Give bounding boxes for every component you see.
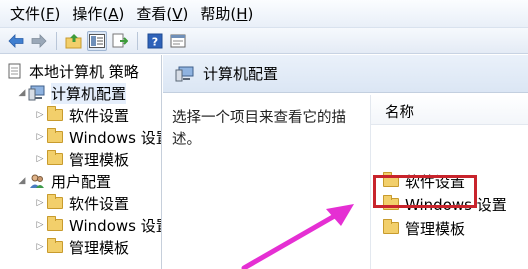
collapsed-arrow-icon[interactable]: ▷ bbox=[34, 242, 46, 252]
help-icon[interactable]: ? bbox=[145, 31, 165, 51]
tree-item-user-software[interactable]: ▷ 软件设置 bbox=[34, 192, 129, 214]
column-header-name[interactable]: 名称 bbox=[371, 95, 528, 125]
collapsed-arrow-icon[interactable]: ▷ bbox=[34, 132, 46, 142]
toolbar: ? bbox=[0, 28, 528, 54]
collapsed-arrow-icon[interactable]: ▷ bbox=[34, 110, 46, 120]
pointer-arrow-icon bbox=[241, 204, 354, 269]
collapsed-arrow-icon[interactable]: ▷ bbox=[34, 198, 46, 208]
computer-icon bbox=[175, 66, 195, 82]
folder-icon bbox=[46, 216, 64, 233]
back-arrow-icon[interactable] bbox=[6, 31, 26, 51]
highlight-box bbox=[373, 175, 477, 208]
up-folder-icon[interactable] bbox=[64, 31, 84, 51]
forward-arrow-icon[interactable] bbox=[29, 31, 49, 51]
tree-item-computer-admin-templates[interactable]: ▷ 管理模板 bbox=[34, 148, 129, 170]
folder-icon bbox=[46, 194, 64, 211]
tree-item-computer-windows[interactable]: ▷ Windows 设置 bbox=[34, 126, 161, 148]
computer-icon bbox=[28, 85, 46, 101]
expand-arrow-icon[interactable]: ◢ bbox=[16, 88, 28, 98]
export-list-icon[interactable] bbox=[110, 31, 130, 51]
folder-icon bbox=[46, 106, 64, 123]
toolbar-separator bbox=[56, 31, 57, 50]
properties-icon[interactable] bbox=[168, 31, 188, 51]
tree-item-user-config[interactable]: ◢ 用户配置 bbox=[16, 170, 111, 192]
folder-icon bbox=[46, 238, 64, 255]
details-title: 计算机配置 bbox=[203, 65, 279, 83]
description-text: 选择一个项目来查看它的描 述。 bbox=[172, 110, 346, 148]
expand-arrow-icon[interactable]: ◢ bbox=[16, 176, 28, 186]
tree-item-computer-config[interactable]: ◢ 计算机配置 bbox=[16, 82, 127, 104]
collapsed-arrow-icon[interactable]: ▷ bbox=[34, 154, 46, 164]
show-hide-tree-icon[interactable] bbox=[87, 30, 107, 51]
tree-pane: 本地计算机 策略 ◢ 计算机配置 ▷ 软件设置 ▷ Windows 设置 ▷ 管… bbox=[0, 55, 162, 269]
folder-icon bbox=[46, 128, 64, 145]
user-icon bbox=[28, 173, 46, 189]
policy-document-icon bbox=[6, 63, 24, 79]
svg-text:?: ? bbox=[152, 35, 158, 48]
folder-icon bbox=[46, 150, 64, 167]
list-item-admin-templates[interactable]: 管理模板 bbox=[383, 217, 465, 239]
toolbar-separator bbox=[137, 31, 138, 50]
collapsed-arrow-icon[interactable]: ▷ bbox=[34, 220, 46, 230]
tree-item-root[interactable]: 本地计算机 策略 bbox=[6, 60, 139, 82]
tree-item-user-admin-templates[interactable]: ▷ 管理模板 bbox=[34, 236, 129, 258]
tree-item-computer-software[interactable]: ▷ 软件设置 bbox=[34, 104, 129, 126]
folder-icon bbox=[383, 219, 401, 236]
menu-view[interactable]: 查看(V) bbox=[130, 3, 194, 25]
menu-help[interactable]: 帮助(H) bbox=[194, 3, 259, 25]
tree-item-user-windows[interactable]: ▷ Windows 设置 bbox=[34, 214, 161, 236]
menu-bar: 文件(F) 操作(A) 查看(V) 帮助(H) bbox=[0, 0, 528, 28]
menu-file[interactable]: 文件(F) bbox=[4, 3, 66, 25]
menu-action[interactable]: 操作(A) bbox=[66, 3, 130, 25]
details-header: 计算机配置 bbox=[163, 55, 528, 93]
